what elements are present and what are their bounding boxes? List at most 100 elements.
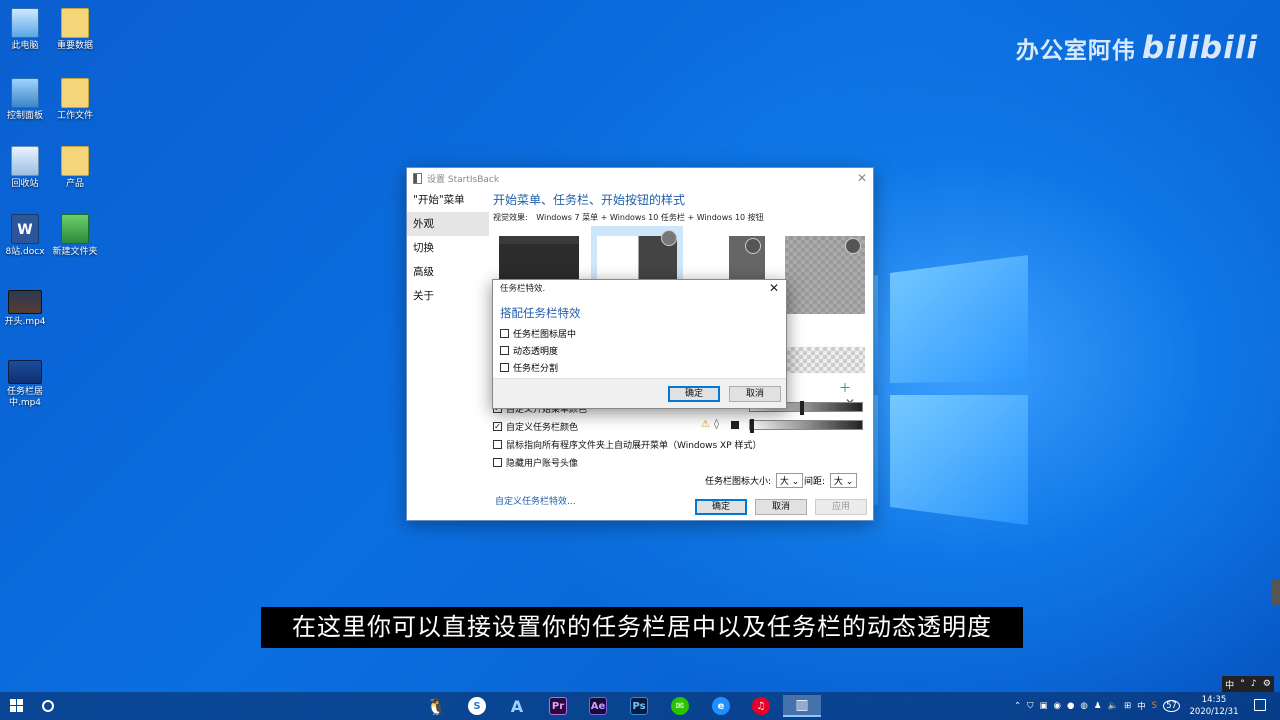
transparency-preview — [787, 347, 865, 373]
desktop-icon-important-data[interactable]: 重要数据 — [47, 8, 103, 52]
sidebar-item-about[interactable]: 关于 — [407, 284, 489, 308]
chevron-up-icon[interactable]: ⌃ — [1014, 701, 1021, 711]
option-hover-expand[interactable]: 鼠标指向所有程序文件夹上自动展开菜单（Windows XP 样式） — [493, 438, 762, 451]
taskbar-color-slider[interactable] — [749, 419, 863, 433]
dialog-title: 任务栏特效. — [500, 284, 546, 294]
volume-icon[interactable]: 🔈 — [1107, 701, 1118, 711]
taskbar-app-premiere[interactable]: Pr — [545, 695, 571, 717]
option-taskbar-split[interactable]: 任务栏分割 — [500, 361, 558, 374]
ime-punct-icon[interactable]: ° — [1240, 679, 1245, 689]
cancel-button[interactable]: 取消 — [755, 499, 807, 515]
close-icon[interactable]: ✕ — [857, 171, 867, 185]
taskbar-app-after-effects[interactable]: Ae — [585, 695, 611, 717]
folder-icon — [61, 78, 89, 108]
control-panel-icon — [11, 78, 39, 108]
window-titlebar[interactable]: 设置 StartIsBack ✕ — [407, 168, 873, 188]
tray-app-icon[interactable]: ◉ — [1054, 701, 1061, 711]
ime-toolbar[interactable]: 中 ° ♪ ⚙ — [1222, 676, 1274, 692]
video-file-icon — [8, 360, 42, 384]
sidebar-item-switch[interactable]: 切换 — [407, 236, 489, 260]
desktop-icon-intro-video[interactable]: 开头.mp4 — [0, 290, 53, 328]
checkbox-unchecked[interactable] — [493, 458, 502, 467]
desktop-icon-label: 产品 — [65, 179, 84, 189]
shield-icon[interactable]: ⛉ — [1027, 701, 1033, 711]
folder-icon — [61, 214, 89, 244]
checkbox-checked[interactable]: ✓ — [493, 422, 502, 431]
ime-settings-icon[interactable]: ⚙ — [1263, 679, 1271, 689]
desktop-icon-products[interactable]: 产品 — [47, 146, 103, 190]
desktop-icon-taskbar-video[interactable]: 任务栏居中.mp4 — [0, 360, 53, 409]
desktop-icon-this-pc[interactable]: 此电脑 — [0, 8, 53, 52]
system-tray: ⌃ ⛉ ▣ ◉ ● ◍ ♟ 🔈 ⊞ 中 S 57 — [1014, 692, 1180, 720]
option-label: 任务栏图标居中 — [513, 330, 577, 340]
taskbar-app-netease-music[interactable]: ♫ — [748, 695, 774, 717]
taskbar-app-qq[interactable]: 🐧 — [423, 695, 449, 717]
sidebar-item-appearance[interactable]: 外观 — [407, 212, 489, 236]
folder-icon — [61, 146, 89, 176]
wechat-tray-icon[interactable]: ● — [1067, 701, 1074, 711]
network-icon[interactable]: ⊞ — [1124, 701, 1131, 711]
startisback-icon: ▥ — [795, 697, 809, 713]
window-title: 设置 StartIsBack — [427, 174, 500, 185]
ok-button[interactable]: 确定 — [695, 499, 747, 515]
ime-mode[interactable]: 中 — [1225, 678, 1234, 691]
qq-icon: 🐧 — [426, 696, 446, 716]
color-swatch[interactable] — [731, 421, 739, 429]
taskbar-effects-link[interactable]: 自定义任务栏特效... — [495, 494, 576, 507]
icon-size-dropdown[interactable]: 大 ⌄ — [775, 473, 804, 488]
taskbar-app-photoshop[interactable]: Ps — [626, 695, 652, 717]
taskbar-app-wechat[interactable]: ✉ — [667, 695, 693, 717]
desktop-icon-new-folder[interactable]: 新建文件夹 — [47, 214, 103, 258]
option-label: 自定义任务栏颜色 — [506, 423, 579, 433]
option-label: 隐藏用户账号头像 — [506, 459, 579, 469]
watermark-author: 办公室阿伟 — [1015, 38, 1136, 64]
watermark: 办公室阿伟 bilibili — [1016, 30, 1258, 66]
clock-time: 14:35 — [1201, 695, 1227, 705]
side-panel-handle[interactable] — [1272, 579, 1280, 605]
ime-voice-icon[interactable]: ♪ — [1251, 679, 1257, 689]
desktop-icon-recycle-bin[interactable]: 回收站 — [0, 146, 53, 190]
start-button-windows-icon[interactable] — [10, 699, 24, 713]
notification-center-icon[interactable] — [1254, 699, 1266, 711]
page-title: 开始菜单、任务栏、开始按钮的样式 — [493, 193, 686, 207]
wechat-icon: ✉ — [671, 697, 689, 715]
close-icon[interactable]: ✕ — [769, 281, 779, 295]
tray-app-icon[interactable]: ▣ — [1040, 701, 1048, 711]
add-icon[interactable]: ＋ — [839, 381, 851, 395]
droplet-icon[interactable]: ◊ — [714, 419, 719, 430]
clock[interactable]: 14:35 2020/12/31 — [1184, 694, 1244, 718]
photoshop-icon: Ps — [630, 697, 648, 715]
ime-indicator[interactable]: 中 — [1137, 700, 1146, 712]
option-custom-taskbar-color[interactable]: ✓ 自定义任务栏颜色 — [493, 420, 578, 433]
taskbar-app-sogou[interactable]: S — [464, 695, 490, 717]
checkbox-unchecked[interactable] — [500, 363, 509, 372]
sidebar-item-start-menu[interactable]: "开始"菜单 — [407, 188, 489, 212]
tray-app-icon[interactable]: ♟ — [1094, 701, 1102, 711]
dialog-ok-button[interactable]: 确定 — [668, 386, 720, 402]
sidebar-item-advanced[interactable]: 高级 — [407, 260, 489, 284]
cortana-search-icon[interactable] — [42, 700, 54, 712]
spacing-dropdown[interactable]: 大 ⌄ — [829, 473, 858, 488]
checkbox-unchecked[interactable] — [500, 346, 509, 355]
taskbar-app-autocad[interactable]: A — [504, 695, 530, 717]
premiere-icon: Pr — [549, 697, 567, 715]
desktop-icon-control-panel[interactable]: 控制面板 — [0, 78, 53, 122]
option-center-taskbar-icons[interactable]: 任务栏图标居中 — [500, 327, 576, 340]
option-hide-avatar[interactable]: 隐藏用户账号头像 — [493, 456, 578, 469]
checkbox-unchecked[interactable] — [500, 329, 509, 338]
style-thumbnail-4[interactable] — [785, 236, 865, 314]
taskbar-app-edge[interactable]: e — [708, 695, 734, 717]
apply-button[interactable]: 应用 — [815, 499, 867, 515]
taskbar-app-startisback[interactable]: ▥ — [783, 695, 821, 717]
after-effects-icon: Ae — [589, 697, 607, 715]
tray-app-icon[interactable]: ◍ — [1080, 701, 1087, 711]
option-dynamic-transparency[interactable]: 动态透明度 — [500, 344, 558, 357]
computer-icon — [11, 8, 39, 38]
dialog-cancel-button[interactable]: 取消 — [729, 386, 781, 402]
desktop-icon-work-files[interactable]: 工作文件 — [47, 78, 103, 122]
checkbox-unchecked[interactable] — [493, 440, 502, 449]
sogou-tray-icon[interactable]: S — [1152, 701, 1157, 711]
desktop-icon-docx[interactable]: W 8站.docx — [0, 214, 53, 258]
tray-badge[interactable]: 57 — [1163, 700, 1180, 712]
desktop-icon-label: 重要数据 — [56, 41, 93, 51]
